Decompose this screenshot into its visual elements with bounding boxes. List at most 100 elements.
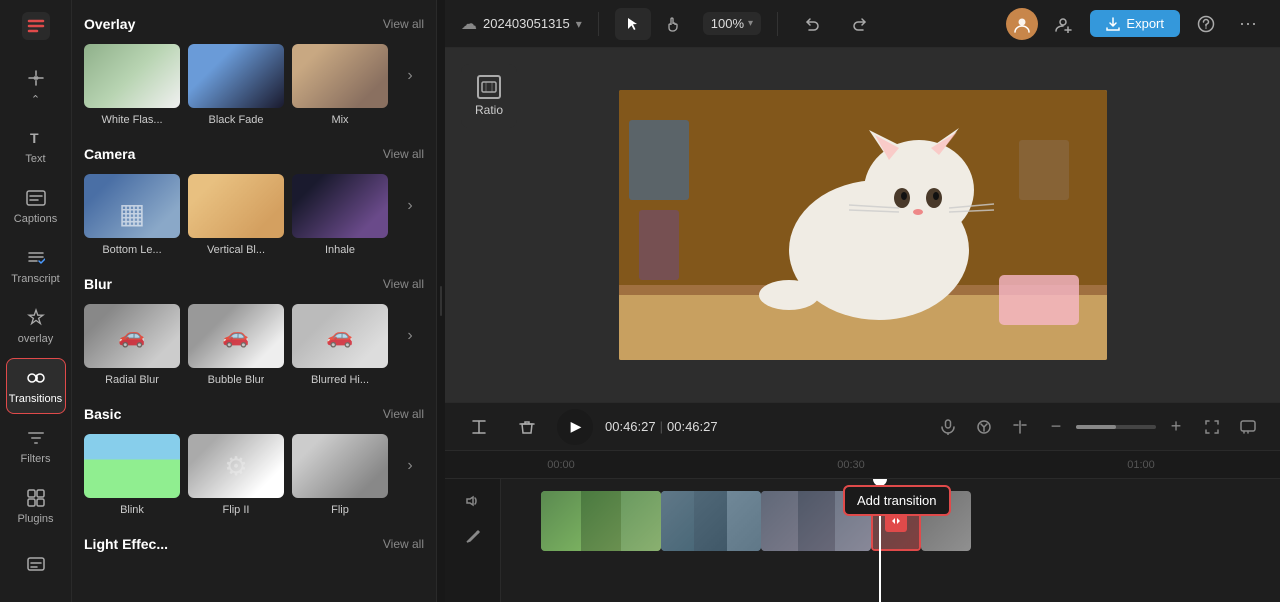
transition-radial-blur[interactable]: Radial Blur	[84, 304, 180, 386]
zoom-track[interactable]	[1076, 425, 1156, 429]
edit-track-btn[interactable]	[459, 523, 487, 551]
app-logo[interactable]	[18, 8, 54, 44]
drag-dots	[440, 286, 442, 316]
transition-white-flash[interactable]: White Flas...	[84, 44, 180, 126]
sidebar-item-text[interactable]: T Text	[6, 118, 66, 174]
undo-btn[interactable]	[794, 8, 830, 40]
sidebar-item-transitions[interactable]: Transitions	[6, 358, 66, 414]
overlay-scroll-right[interactable]: ›	[396, 44, 424, 108]
filename-selector[interactable]: ☁ 202403051315 ▾	[461, 14, 582, 34]
cat-preview-frame	[619, 90, 1107, 360]
camera-grid: Bottom Le... Vertical Bl... Inhale ›	[84, 174, 424, 256]
radial-blur-label: Radial Blur	[105, 374, 159, 386]
mic-btn[interactable]	[932, 411, 964, 443]
overlay-view-all[interactable]: View all	[383, 17, 424, 31]
plugins-icon	[25, 487, 47, 509]
inhale-label: Inhale	[325, 244, 355, 256]
sidebar-item-captions[interactable]: Captions	[6, 178, 66, 234]
user-add-btn[interactable]	[1046, 8, 1082, 40]
sticker-btn[interactable]	[968, 411, 1000, 443]
play-icon: ▶	[571, 418, 582, 435]
blur-view-all[interactable]: View all	[383, 277, 424, 291]
blur-scroll-right[interactable]: ›	[396, 304, 424, 368]
blur-title: Blur	[84, 276, 112, 292]
hand-tool-btn[interactable]	[655, 8, 691, 40]
clip-1[interactable]	[541, 491, 661, 551]
clip-2[interactable]	[661, 491, 761, 551]
mix-label: Mix	[331, 114, 348, 126]
zoom-control[interactable]: 100% ▾	[703, 12, 761, 35]
sidebar-item-effects[interactable]: overlay	[6, 298, 66, 354]
timeline-ruler: 00:00 00:30 01:00 01:30	[445, 451, 1280, 479]
sidebar-item-captions2[interactable]	[6, 536, 66, 592]
filename-dropdown-icon: ▾	[576, 17, 582, 31]
overlay-grid: White Flas... Black Fade Mix ›	[84, 44, 424, 126]
topbar-separator-2	[777, 12, 778, 36]
transition-black-fade[interactable]: Black Fade	[188, 44, 284, 126]
inhale-thumb	[292, 174, 388, 238]
topbar-right: Export ···	[1006, 8, 1264, 40]
fit-screen-btn[interactable]	[1196, 411, 1228, 443]
bottom-le-label: Bottom Le...	[102, 244, 161, 256]
sidebar-item-plugins-label: Plugins	[17, 513, 53, 525]
topbar-separator	[598, 12, 599, 36]
blur-section: Blur View all Radial Blur Bubble Blur	[84, 276, 424, 386]
transition-bubble-blur[interactable]: Bubble Blur	[188, 304, 284, 386]
blur-header: Blur View all	[84, 276, 424, 292]
camera-view-all[interactable]: View all	[383, 147, 424, 161]
transition-mix[interactable]: Mix	[292, 44, 388, 126]
sidebar-item-text-label: Text	[25, 153, 45, 165]
sidebar-item-media[interactable]: ⌃	[6, 58, 66, 114]
zoom-dropdown-icon: ▾	[748, 18, 753, 29]
transition-vertical-bl[interactable]: Vertical Bl...	[188, 174, 284, 256]
transition-flip[interactable]: Flip	[292, 434, 388, 516]
cloud-icon: ☁	[461, 14, 477, 34]
timeline-controls: ▶ 00:46:27 | 00:46:27	[445, 403, 1280, 451]
basic-view-all[interactable]: View all	[383, 407, 424, 421]
mix-thumb	[292, 44, 388, 108]
captions2-icon	[25, 553, 47, 575]
transition-blurred-hi[interactable]: Blurred Hi...	[292, 304, 388, 386]
light-effects-view-all[interactable]: View all	[383, 537, 424, 551]
basic-scroll-right[interactable]: ›	[396, 434, 424, 498]
volume-btn[interactable]	[459, 487, 487, 515]
ruler-mark-2: 01:00	[1081, 459, 1201, 471]
ruler-mark-0: 00:00	[501, 459, 621, 471]
zoom-in-btn[interactable]: +	[1160, 411, 1192, 443]
delete-btn[interactable]	[509, 411, 545, 443]
more-options-btn[interactable]: ···	[1232, 8, 1264, 40]
sidebar-item-filters-label: Filters	[21, 453, 51, 465]
blink-thumb	[84, 434, 180, 498]
light-effects-title: Light Effec...	[84, 536, 168, 552]
add-transition-btn[interactable]: Add transition	[843, 485, 951, 516]
bottom-le-thumb	[84, 174, 180, 238]
light-effects-header: Light Effec... View all	[84, 536, 424, 552]
sidebar-item-media-label: ⌃	[31, 93, 40, 106]
transition-flip2[interactable]: Flip II	[188, 434, 284, 516]
topbar-tools	[615, 8, 691, 40]
zoom-value: 100%	[711, 16, 744, 31]
transition-inhale[interactable]: Inhale	[292, 174, 388, 256]
ruler-label-0: 00:00	[547, 459, 575, 471]
redo-btn[interactable]	[842, 8, 878, 40]
panel-resize-handle[interactable]	[437, 0, 445, 602]
help-btn[interactable]	[1188, 8, 1224, 40]
ratio-btn[interactable]: Ratio	[461, 64, 517, 128]
topbar: ☁ 202403051315 ▾ 100% ▾	[445, 0, 1280, 48]
trim-tool-btn[interactable]	[461, 411, 497, 443]
split-btn[interactable]	[1004, 411, 1036, 443]
sidebar-item-transcript[interactable]: Transcript	[6, 238, 66, 294]
play-btn[interactable]: ▶	[557, 409, 593, 445]
sidebar-item-filters[interactable]: Filters	[6, 418, 66, 474]
zoom-out-btn[interactable]: −	[1040, 411, 1072, 443]
user-avatar[interactable]	[1006, 8, 1038, 40]
transition-bottom-le[interactable]: Bottom Le...	[84, 174, 180, 256]
camera-scroll-right[interactable]: ›	[396, 174, 424, 238]
cursor-tool-btn[interactable]	[615, 8, 651, 40]
sidebar-item-plugins[interactable]: Plugins	[6, 478, 66, 534]
comment-btn[interactable]	[1232, 411, 1264, 443]
white-flash-thumb	[84, 44, 180, 108]
transition-blink[interactable]: Blink	[84, 434, 180, 516]
captions-icon	[25, 187, 47, 209]
export-btn[interactable]: Export	[1090, 10, 1180, 37]
